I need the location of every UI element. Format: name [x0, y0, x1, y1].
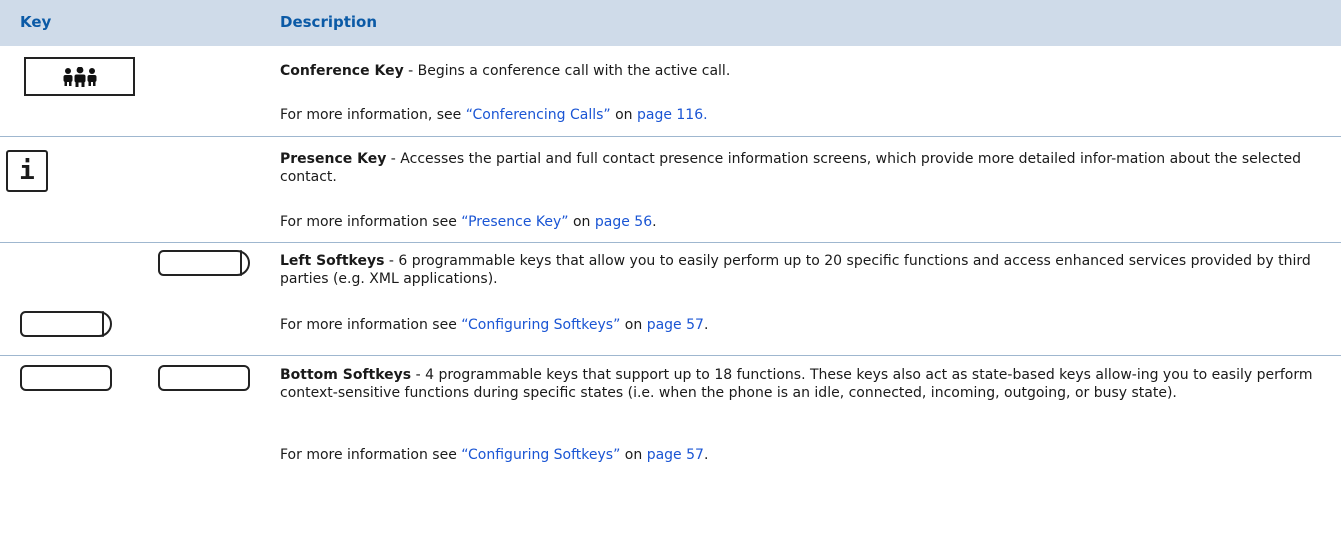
- row-title: Presence Key: [280, 151, 387, 167]
- presence-key-link[interactable]: “Presence Key”: [461, 214, 568, 230]
- row-title: Conference Key: [280, 63, 404, 79]
- page-link[interactable]: page 56: [595, 214, 652, 230]
- more-info-text: on: [610, 107, 637, 123]
- row-divider: [0, 136, 1341, 137]
- presence-key-row: Presence Key - Accesses the partial and …: [280, 150, 1330, 186]
- conferencing-calls-link[interactable]: “Conferencing Calls”: [466, 107, 611, 123]
- presence-key-icon: i: [6, 150, 48, 192]
- configuring-softkeys-link[interactable]: “Configuring Softkeys”: [461, 317, 620, 333]
- row-divider: [0, 242, 1341, 243]
- more-info-text: on: [568, 214, 595, 230]
- conference-key-icon: [24, 57, 135, 96]
- more-info-text: For more information, see: [280, 107, 466, 123]
- more-info-text: For more information see: [280, 214, 462, 230]
- bottom-softkeys-row: Bottom Softkeys - 4 programmable keys th…: [280, 366, 1330, 402]
- header-key: Key: [20, 13, 52, 31]
- row-title: Left Softkeys: [280, 253, 385, 269]
- row-description: - 6 programmable keys that allow you to …: [280, 253, 1311, 287]
- left-softkey-icon: [20, 311, 112, 337]
- row-title: Bottom Softkeys: [280, 367, 412, 383]
- page-link[interactable]: page 116.: [637, 107, 708, 123]
- page-link[interactable]: page 57: [647, 317, 704, 333]
- softkey-edge: [102, 311, 104, 337]
- left-softkeys-more-info: For more information see “Configuring So…: [280, 316, 1330, 334]
- conference-more-info: For more information, see “Conferencing …: [280, 106, 1330, 124]
- row-divider: [0, 355, 1341, 356]
- more-info-text: on: [620, 447, 647, 463]
- row-description: - Begins a conference call with the acti…: [403, 63, 731, 79]
- conference-key-row: Conference Key - Begins a conference cal…: [280, 62, 1330, 80]
- more-info-text: on: [620, 317, 647, 333]
- bottom-softkey-icon: [158, 365, 250, 391]
- header-description: Description: [280, 13, 378, 31]
- more-info-text: .: [703, 317, 709, 333]
- row-description: - 4 programmable keys that support up to…: [280, 367, 1313, 401]
- more-info-text: For more information see: [280, 317, 462, 333]
- left-softkey-icon: [158, 250, 250, 276]
- table-header: Key Description: [0, 0, 1341, 46]
- presence-more-info: For more information see “Presence Key” …: [280, 213, 1330, 231]
- configuring-softkeys-link[interactable]: “Configuring Softkeys”: [461, 447, 620, 463]
- info-icon: i: [19, 156, 35, 186]
- softkey-edge: [240, 250, 242, 276]
- row-description: - Accesses the partial and full contact …: [280, 151, 1301, 185]
- more-info-text: For more information see: [280, 447, 462, 463]
- left-softkeys-row: Left Softkeys - 6 programmable keys that…: [280, 252, 1330, 288]
- more-info-text: .: [652, 214, 657, 230]
- page-link[interactable]: page 57: [647, 447, 704, 463]
- more-info-text: .: [703, 447, 709, 463]
- conference-icon: [63, 66, 96, 87]
- bottom-softkey-icon: [20, 365, 112, 391]
- bottom-softkeys-more-info: For more information see “Configuring So…: [280, 446, 1330, 464]
